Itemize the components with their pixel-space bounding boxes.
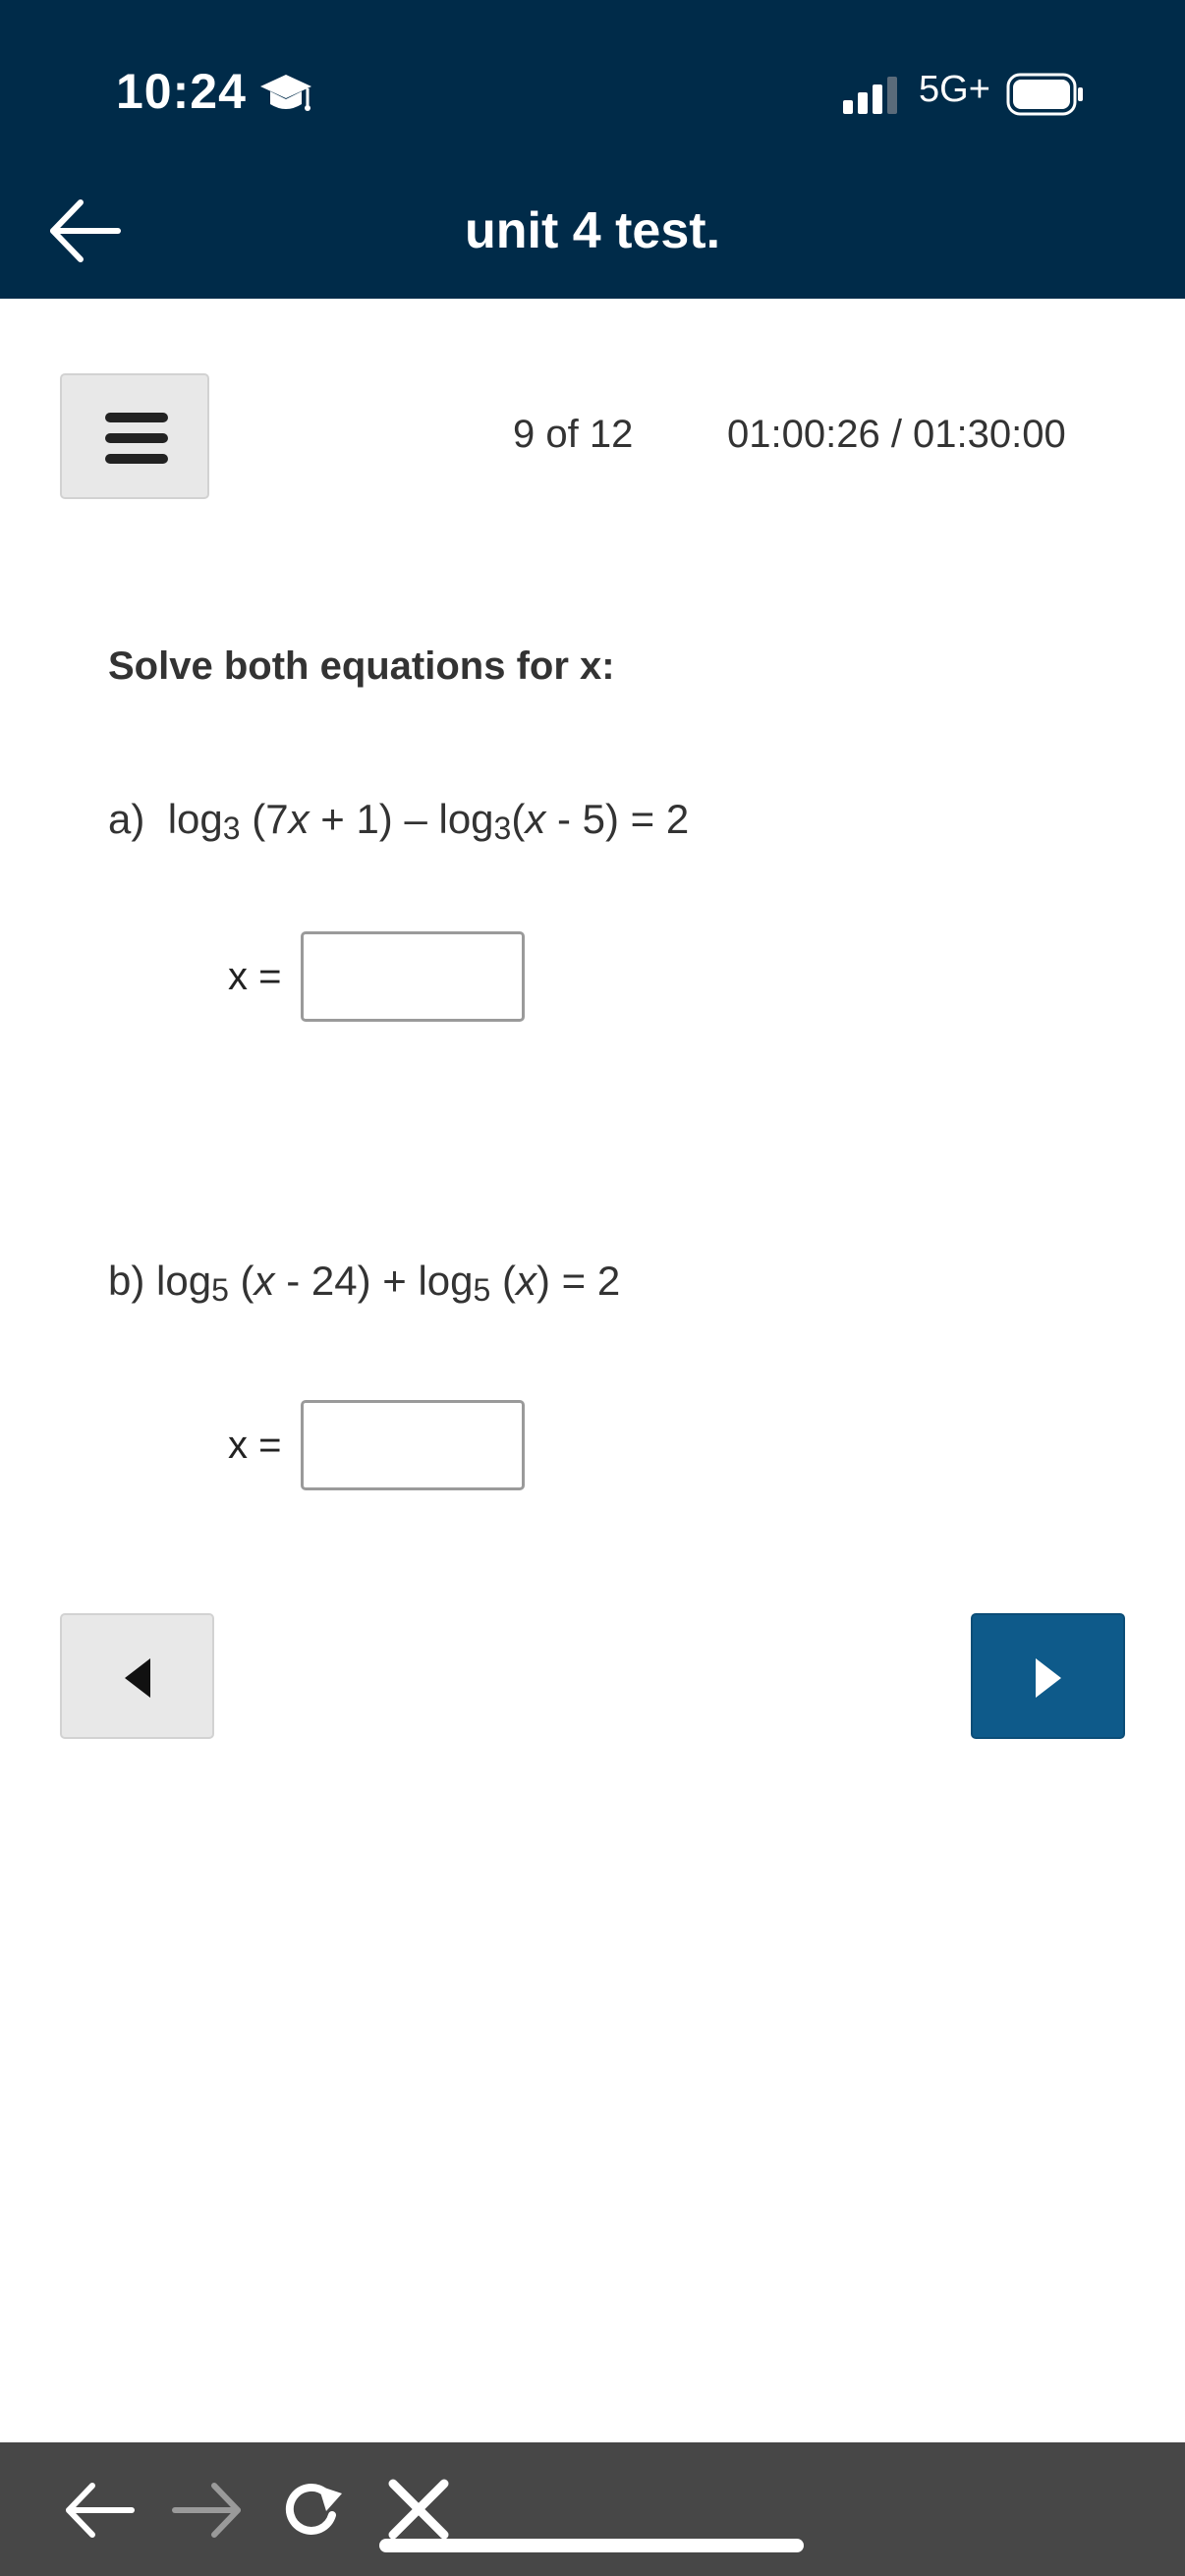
reload-icon[interactable] xyxy=(275,2476,350,2545)
test-timer: 01:00:26 / 01:30:00 xyxy=(727,413,1066,456)
question-counter: 9 of 12 xyxy=(513,413,634,456)
page-title: unit 4 test. xyxy=(464,202,721,259)
battery-icon xyxy=(1006,73,1083,116)
status-time: 10:24 xyxy=(116,64,247,119)
answer-a-label: x = xyxy=(228,955,282,998)
graduation-cap-icon xyxy=(260,75,311,111)
forward-icon[interactable] xyxy=(169,2476,244,2545)
menu-button[interactable] xyxy=(60,373,209,499)
previous-question-button[interactable] xyxy=(60,1613,214,1739)
equation-b: b) log5 (x - 24) + log5 (x) = 2 xyxy=(108,1258,621,1308)
question-prompt: Solve both equations for x: xyxy=(108,644,615,688)
caret-right-icon xyxy=(1036,1658,1061,1698)
signal-icon xyxy=(843,77,897,114)
close-icon[interactable] xyxy=(381,2476,456,2545)
back-icon[interactable] xyxy=(63,2476,138,2545)
home-indicator xyxy=(379,2539,804,2552)
answer-b-input[interactable] xyxy=(301,1400,525,1490)
next-question-button[interactable] xyxy=(971,1613,1125,1739)
app-header: 10:24 5G+ unit 4 test. xyxy=(0,0,1185,299)
network-type: 5G+ xyxy=(919,69,990,110)
caret-left-icon xyxy=(125,1658,150,1698)
answer-a-input[interactable] xyxy=(301,931,525,1022)
equation-a: a) log3 (7x + 1) – log3(x - 5) = 2 xyxy=(108,796,690,846)
answer-b-label: x = xyxy=(228,1424,282,1467)
